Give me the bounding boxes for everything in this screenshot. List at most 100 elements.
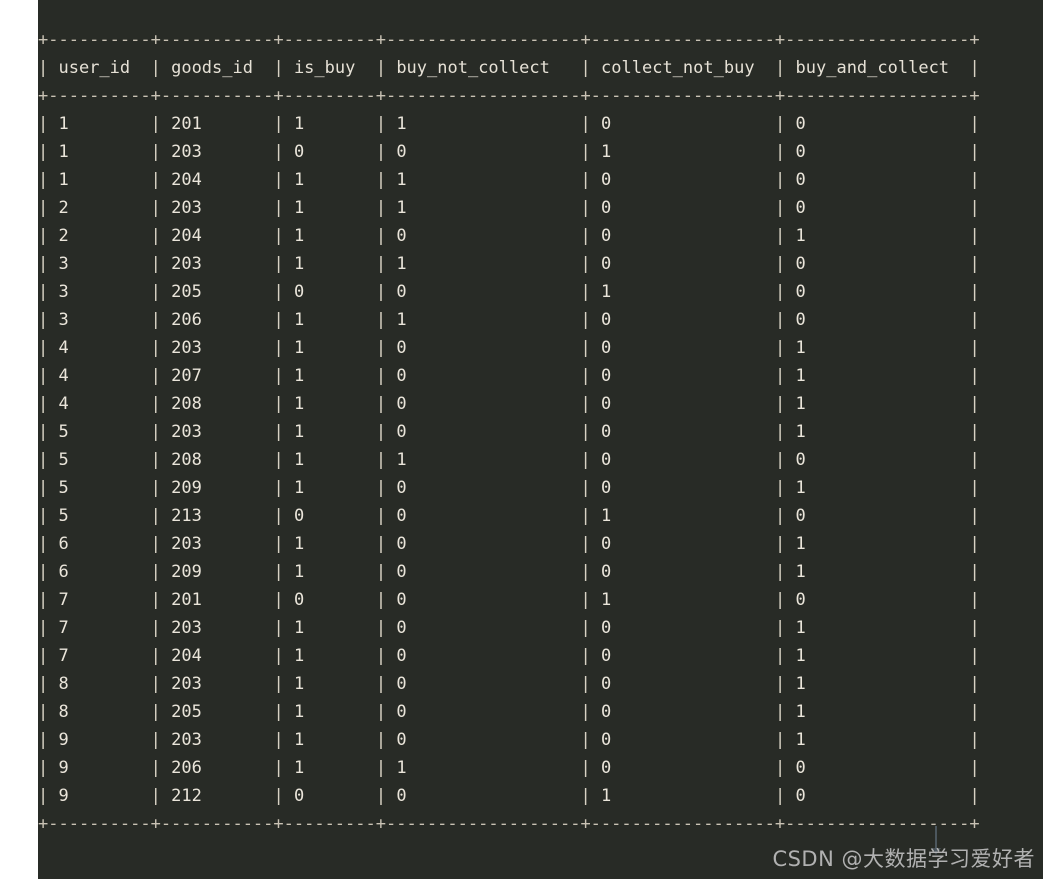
table-row: | 5 | 213 | 0 | 0 | 1 | 0 |	[38, 502, 980, 530]
column-separator: |	[580, 254, 602, 274]
table-cell: 7	[58, 618, 151, 638]
table-cell: 208	[171, 450, 274, 470]
table-cell: 1	[795, 618, 970, 638]
column-separator: |	[375, 226, 397, 246]
table-cell: 4	[58, 338, 151, 358]
table-cell: 8	[58, 702, 151, 722]
column-separator: |	[150, 618, 172, 638]
table-cell: 0	[601, 366, 776, 386]
column-separator: |	[273, 534, 294, 554]
table-cell: 0	[601, 422, 776, 442]
column-separator: |	[775, 646, 796, 666]
table-cell: 0	[795, 758, 970, 778]
table-cell: 1	[601, 786, 776, 806]
column-separator: |	[580, 58, 602, 78]
table-header-row: | user_id | goods_id | is_buy | buy_not_…	[38, 54, 980, 82]
table-cell: 4	[58, 394, 151, 414]
column-separator: |	[38, 394, 59, 414]
column-separator: |	[273, 730, 294, 750]
table-cell: 0	[795, 282, 970, 302]
table-cell: 1	[396, 450, 581, 470]
column-separator: |	[273, 366, 294, 386]
column-separator: |	[969, 674, 980, 694]
rule-line: +----------+-----------+---------+------…	[38, 30, 980, 50]
column-separator: |	[580, 646, 602, 666]
column-separator: |	[273, 590, 294, 610]
column-separator: |	[580, 114, 602, 134]
table-cell: 207	[171, 366, 274, 386]
table-cell: 0	[601, 758, 776, 778]
table-cell: 1	[293, 730, 376, 750]
table-row: | 3 | 206 | 1 | 1 | 0 | 0 |	[38, 306, 980, 334]
column-separator: |	[150, 114, 172, 134]
column-separator: |	[38, 450, 59, 470]
table-cell: 0	[396, 646, 581, 666]
column-separator: |	[775, 422, 796, 442]
column-separator: |	[150, 422, 172, 442]
column-header-collect_not_buy: collect_not_buy	[601, 58, 776, 78]
column-separator: |	[150, 450, 172, 470]
table-rule-bottom: +----------+-----------+---------+------…	[38, 810, 980, 838]
table-cell: 0	[396, 562, 581, 582]
column-separator: |	[150, 758, 172, 778]
table-row: | 4 | 207 | 1 | 0 | 0 | 1 |	[38, 362, 980, 390]
table-cell: 0	[601, 450, 776, 470]
column-separator: |	[969, 450, 980, 470]
column-separator: |	[580, 590, 602, 610]
column-separator: |	[150, 478, 172, 498]
table-cell: 201	[171, 114, 274, 134]
column-separator: |	[969, 506, 980, 526]
column-separator: |	[375, 618, 397, 638]
terminal-pane: +----------+-----------+---------+------…	[38, 0, 1043, 879]
table-cell: 0	[601, 478, 776, 498]
column-separator: |	[38, 674, 59, 694]
table-row: | 5 | 203 | 1 | 0 | 0 | 1 |	[38, 418, 980, 446]
table-cell: 0	[396, 702, 581, 722]
table-cell: 5	[58, 450, 151, 470]
column-separator: |	[273, 646, 294, 666]
column-separator: |	[38, 142, 59, 162]
table-cell: 1	[293, 674, 376, 694]
table-cell: 0	[601, 170, 776, 190]
column-separator: |	[150, 506, 172, 526]
table-cell: 5	[58, 506, 151, 526]
table-cell: 0	[396, 226, 581, 246]
table-row: | 8 | 203 | 1 | 0 | 0 | 1 |	[38, 670, 980, 698]
table-cell: 0	[795, 198, 970, 218]
column-separator: |	[580, 506, 602, 526]
column-separator: |	[775, 618, 796, 638]
column-separator: |	[150, 702, 172, 722]
column-separator: |	[775, 674, 796, 694]
column-separator: |	[375, 534, 397, 554]
table-cell: 0	[795, 142, 970, 162]
column-separator: |	[580, 422, 602, 442]
table-row: | 1 | 204 | 1 | 1 | 0 | 0 |	[38, 166, 980, 194]
table-cell: 203	[171, 254, 274, 274]
table-cell: 0	[396, 142, 581, 162]
table-cell: 1	[795, 562, 970, 582]
column-separator: |	[580, 562, 602, 582]
column-separator: |	[273, 618, 294, 638]
table-cell: 0	[601, 338, 776, 358]
table-rule-header: +----------+-----------+---------+------…	[38, 82, 980, 110]
table-row: | 1 | 201 | 1 | 1 | 0 | 0 |	[38, 110, 980, 138]
table-row: | 5 | 209 | 1 | 0 | 0 | 1 |	[38, 474, 980, 502]
table-cell: 0	[795, 590, 970, 610]
table-cell: 213	[171, 506, 274, 526]
table-cell: 3	[58, 282, 151, 302]
column-separator: |	[150, 534, 172, 554]
column-separator: |	[273, 310, 294, 330]
table-cell: 1	[293, 310, 376, 330]
column-separator: |	[150, 562, 172, 582]
column-separator: |	[38, 534, 59, 554]
column-separator: |	[375, 310, 397, 330]
column-separator: |	[375, 702, 397, 722]
table-row: | 8 | 205 | 1 | 0 | 0 | 1 |	[38, 698, 980, 726]
column-separator: |	[375, 170, 397, 190]
table-row: | 3 | 203 | 1 | 1 | 0 | 0 |	[38, 250, 980, 278]
column-separator: |	[273, 394, 294, 414]
table-cell: 1	[293, 534, 376, 554]
table-cell: 1	[293, 450, 376, 470]
column-separator: |	[38, 422, 59, 442]
table-cell: 203	[171, 674, 274, 694]
